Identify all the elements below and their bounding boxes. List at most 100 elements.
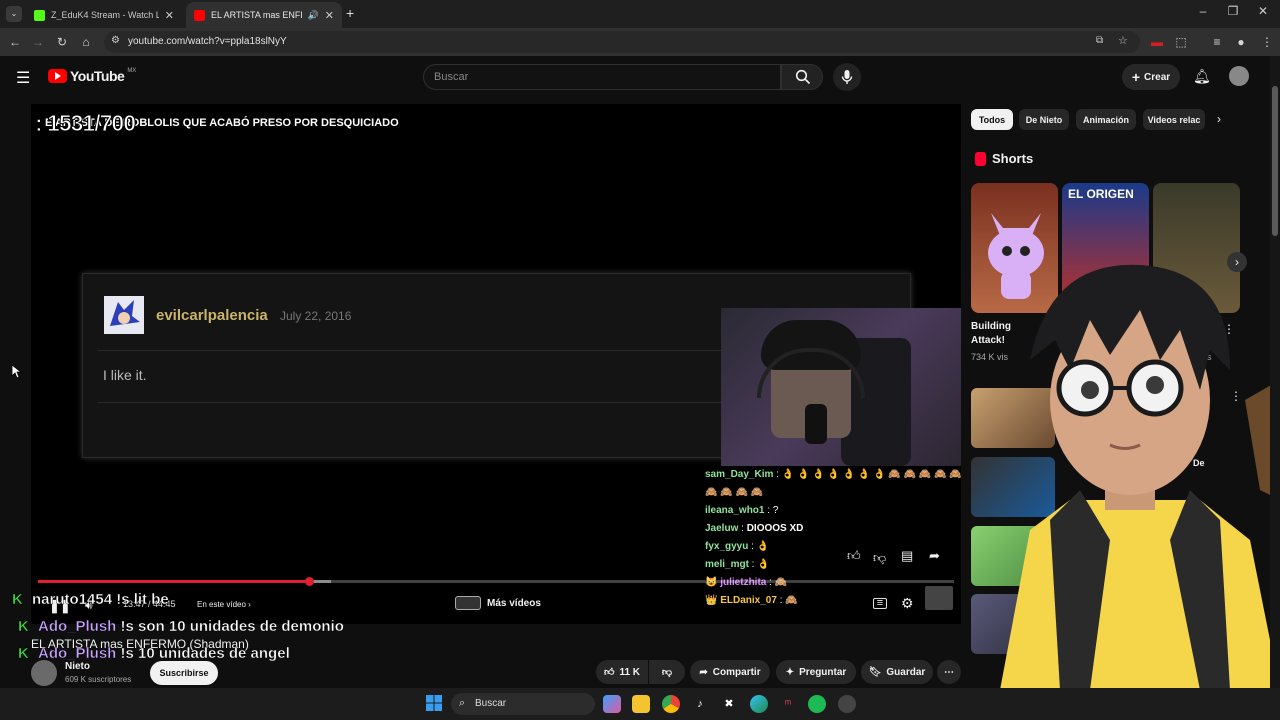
- video-thumbnail[interactable]: [971, 594, 1055, 654]
- youtube-logo[interactable]: YouTube MX: [48, 68, 136, 84]
- browser-tab-kick[interactable]: Z_EduK4 Stream - Watch Live o ✕: [26, 2, 182, 28]
- more-videos-button[interactable]: Más vídeos: [455, 596, 541, 610]
- chapter-label: En este vídeo: [197, 600, 246, 609]
- dislike-button[interactable]: 👎︎: [649, 660, 685, 684]
- short-views: s: [1207, 352, 1212, 362]
- more-videos-label: Más vídeos: [487, 597, 541, 609]
- progress-scrubber[interactable]: [305, 577, 315, 586]
- chat-message: meli_mgt : 👌: [705, 559, 770, 570]
- file-explorer-icon[interactable]: [632, 695, 650, 713]
- reading-list-icon[interactable]: ≡: [1208, 33, 1226, 51]
- capcut-icon[interactable]: ✖: [720, 695, 738, 713]
- taskbar-search[interactable]: ⌕ Buscar: [451, 693, 595, 715]
- obs-icon[interactable]: [838, 695, 856, 713]
- bookmark-star-icon[interactable]: ☆: [1118, 34, 1128, 47]
- scrollbar-thumb[interactable]: [1272, 86, 1278, 236]
- audio-playing-icon[interactable]: 🔊: [308, 10, 319, 21]
- browser-tab-youtube[interactable]: EL ARTISTA mas ENFERMO 🔊 ✕: [186, 2, 342, 28]
- short-thumbnail[interactable]: EL ORIGEN: [1062, 183, 1149, 313]
- player-comments-icon[interactable]: ▤: [901, 548, 913, 564]
- video-player[interactable]: E ARTISTA DE ROBLOLIS QUE ACABÓ PRESO PO…: [31, 104, 961, 624]
- subtitles-icon[interactable]: ≡: [873, 598, 887, 609]
- account-avatar[interactable]: [1229, 66, 1249, 86]
- ask-button[interactable]: ✦ Preguntar: [776, 660, 856, 684]
- like-button[interactable]: 👍︎ 11 K: [596, 660, 648, 684]
- player-share-icon[interactable]: ➦: [929, 548, 940, 564]
- short-more-icon[interactable]: ⋮: [1223, 322, 1235, 336]
- settings-gear-icon[interactable]: ⚙: [901, 595, 914, 612]
- edge-icon[interactable]: [750, 695, 768, 713]
- tiktok-icon[interactable]: ♪: [691, 695, 709, 713]
- chip-todos[interactable]: Todos: [971, 109, 1013, 130]
- plus-icon: +: [1131, 69, 1141, 85]
- more-actions-button[interactable]: ⋯: [937, 660, 961, 684]
- address-bar[interactable]: ⚙ youtube.com/watch?v=ppla18slNyY ⧉ ☆: [104, 31, 1140, 53]
- install-app-icon[interactable]: ⧉: [1096, 35, 1103, 46]
- chat-message: fyx_gyyu : 👌: [705, 541, 770, 552]
- reload-icon[interactable]: ↻: [53, 33, 71, 51]
- chip-de-nieto[interactable]: De Nieto: [1019, 109, 1069, 130]
- profile-avatar-icon[interactable]: ●: [1232, 33, 1250, 51]
- bookmark-icon: 🔖︎: [868, 666, 882, 678]
- copilot-icon[interactable]: [603, 695, 621, 713]
- youtube-favicon-icon: [194, 9, 205, 21]
- miniplayer-thumb[interactable]: [925, 586, 953, 610]
- channel-avatar[interactable]: [31, 660, 57, 686]
- short-thumbnail[interactable]: [971, 183, 1058, 313]
- create-button[interactable]: + Crear: [1122, 64, 1180, 90]
- home-icon[interactable]: ⌂: [77, 33, 95, 51]
- close-tab-icon[interactable]: ✕: [165, 9, 174, 22]
- video-more-icon[interactable]: ⋮: [1230, 389, 1242, 403]
- new-tab-button[interactable]: +: [346, 5, 354, 21]
- hamburger-menu-icon[interactable]: ☰: [16, 68, 30, 88]
- close-window-button[interactable]: ✕: [1248, 4, 1278, 18]
- maximize-button[interactable]: ❐: [1218, 4, 1248, 18]
- youtube-logo-text: YouTube: [70, 68, 125, 84]
- chips-next-icon[interactable]: ›: [1217, 112, 1221, 126]
- video-thumbnail[interactable]: [971, 388, 1055, 448]
- save-button[interactable]: 🔖︎ Guardar: [861, 660, 933, 684]
- chapter-button[interactable]: En este vídeo ›: [197, 600, 251, 609]
- like-count: 11 K: [619, 666, 641, 678]
- extensions-puzzle-icon[interactable]: ⬚: [1172, 33, 1190, 51]
- progress-played: [38, 580, 310, 583]
- page-scrollbar[interactable]: [1270, 56, 1280, 688]
- browser-menu-icon[interactable]: ⋮: [1258, 33, 1276, 51]
- shorts-next-button[interactable]: ›: [1227, 252, 1247, 272]
- back-icon[interactable]: ←: [6, 33, 24, 51]
- short-thumbnail[interactable]: [1153, 183, 1240, 313]
- chrome-icon[interactable]: [662, 695, 680, 713]
- channel-name[interactable]: Nieto: [65, 661, 90, 672]
- video-thumbnail[interactable]: [971, 526, 1055, 586]
- streamer-webcam: [721, 308, 961, 466]
- comment-text: I like it.: [103, 367, 147, 383]
- chip-videos-relacionados[interactable]: Videos relac: [1143, 109, 1205, 130]
- player-controls: ❚❚ 🔊︎ 13:47 / 44:45 En este vídeo › Más …: [31, 586, 961, 620]
- minimize-button[interactable]: –: [1188, 4, 1218, 18]
- forward-icon[interactable]: →: [29, 33, 47, 51]
- youtube-play-logo-icon: [48, 69, 67, 83]
- short-views: 734 K vis: [971, 352, 1009, 362]
- player-dislike-icon[interactable]: 👎︎: [873, 550, 886, 566]
- app-icon[interactable]: ᵐ: [779, 695, 797, 713]
- search-button[interactable]: [781, 64, 823, 90]
- spotify-icon[interactable]: [808, 695, 826, 713]
- search-input[interactable]: Buscar: [423, 64, 781, 90]
- subscribe-button[interactable]: Suscribirse: [150, 661, 218, 685]
- mouse-cursor-icon: [12, 365, 22, 379]
- notifications-bell-icon[interactable]: 🔔︎: [1193, 68, 1211, 85]
- overlay-chat-user: naruto1454: [32, 591, 113, 608]
- share-button[interactable]: ➦ Compartir: [690, 660, 770, 684]
- overlay-chat-msg: !s son 10 unidades de demonio: [120, 618, 344, 635]
- short-title[interactable]: Building Attack!: [971, 320, 1023, 348]
- windows-start-icon[interactable]: [425, 695, 443, 713]
- voice-search-button[interactable]: [833, 63, 861, 91]
- player-like-icon[interactable]: 👍︎: [847, 548, 861, 564]
- site-info-icon[interactable]: ⚙: [111, 35, 120, 46]
- chip-animacion[interactable]: Animación: [1076, 109, 1136, 130]
- extension-red-icon[interactable]: ▬: [1148, 33, 1166, 51]
- video-thumbnail[interactable]: [971, 457, 1055, 517]
- progress-bar[interactable]: [38, 577, 954, 586]
- tab-list-button[interactable]: ⌄: [6, 6, 22, 22]
- close-tab-icon[interactable]: ✕: [325, 9, 334, 22]
